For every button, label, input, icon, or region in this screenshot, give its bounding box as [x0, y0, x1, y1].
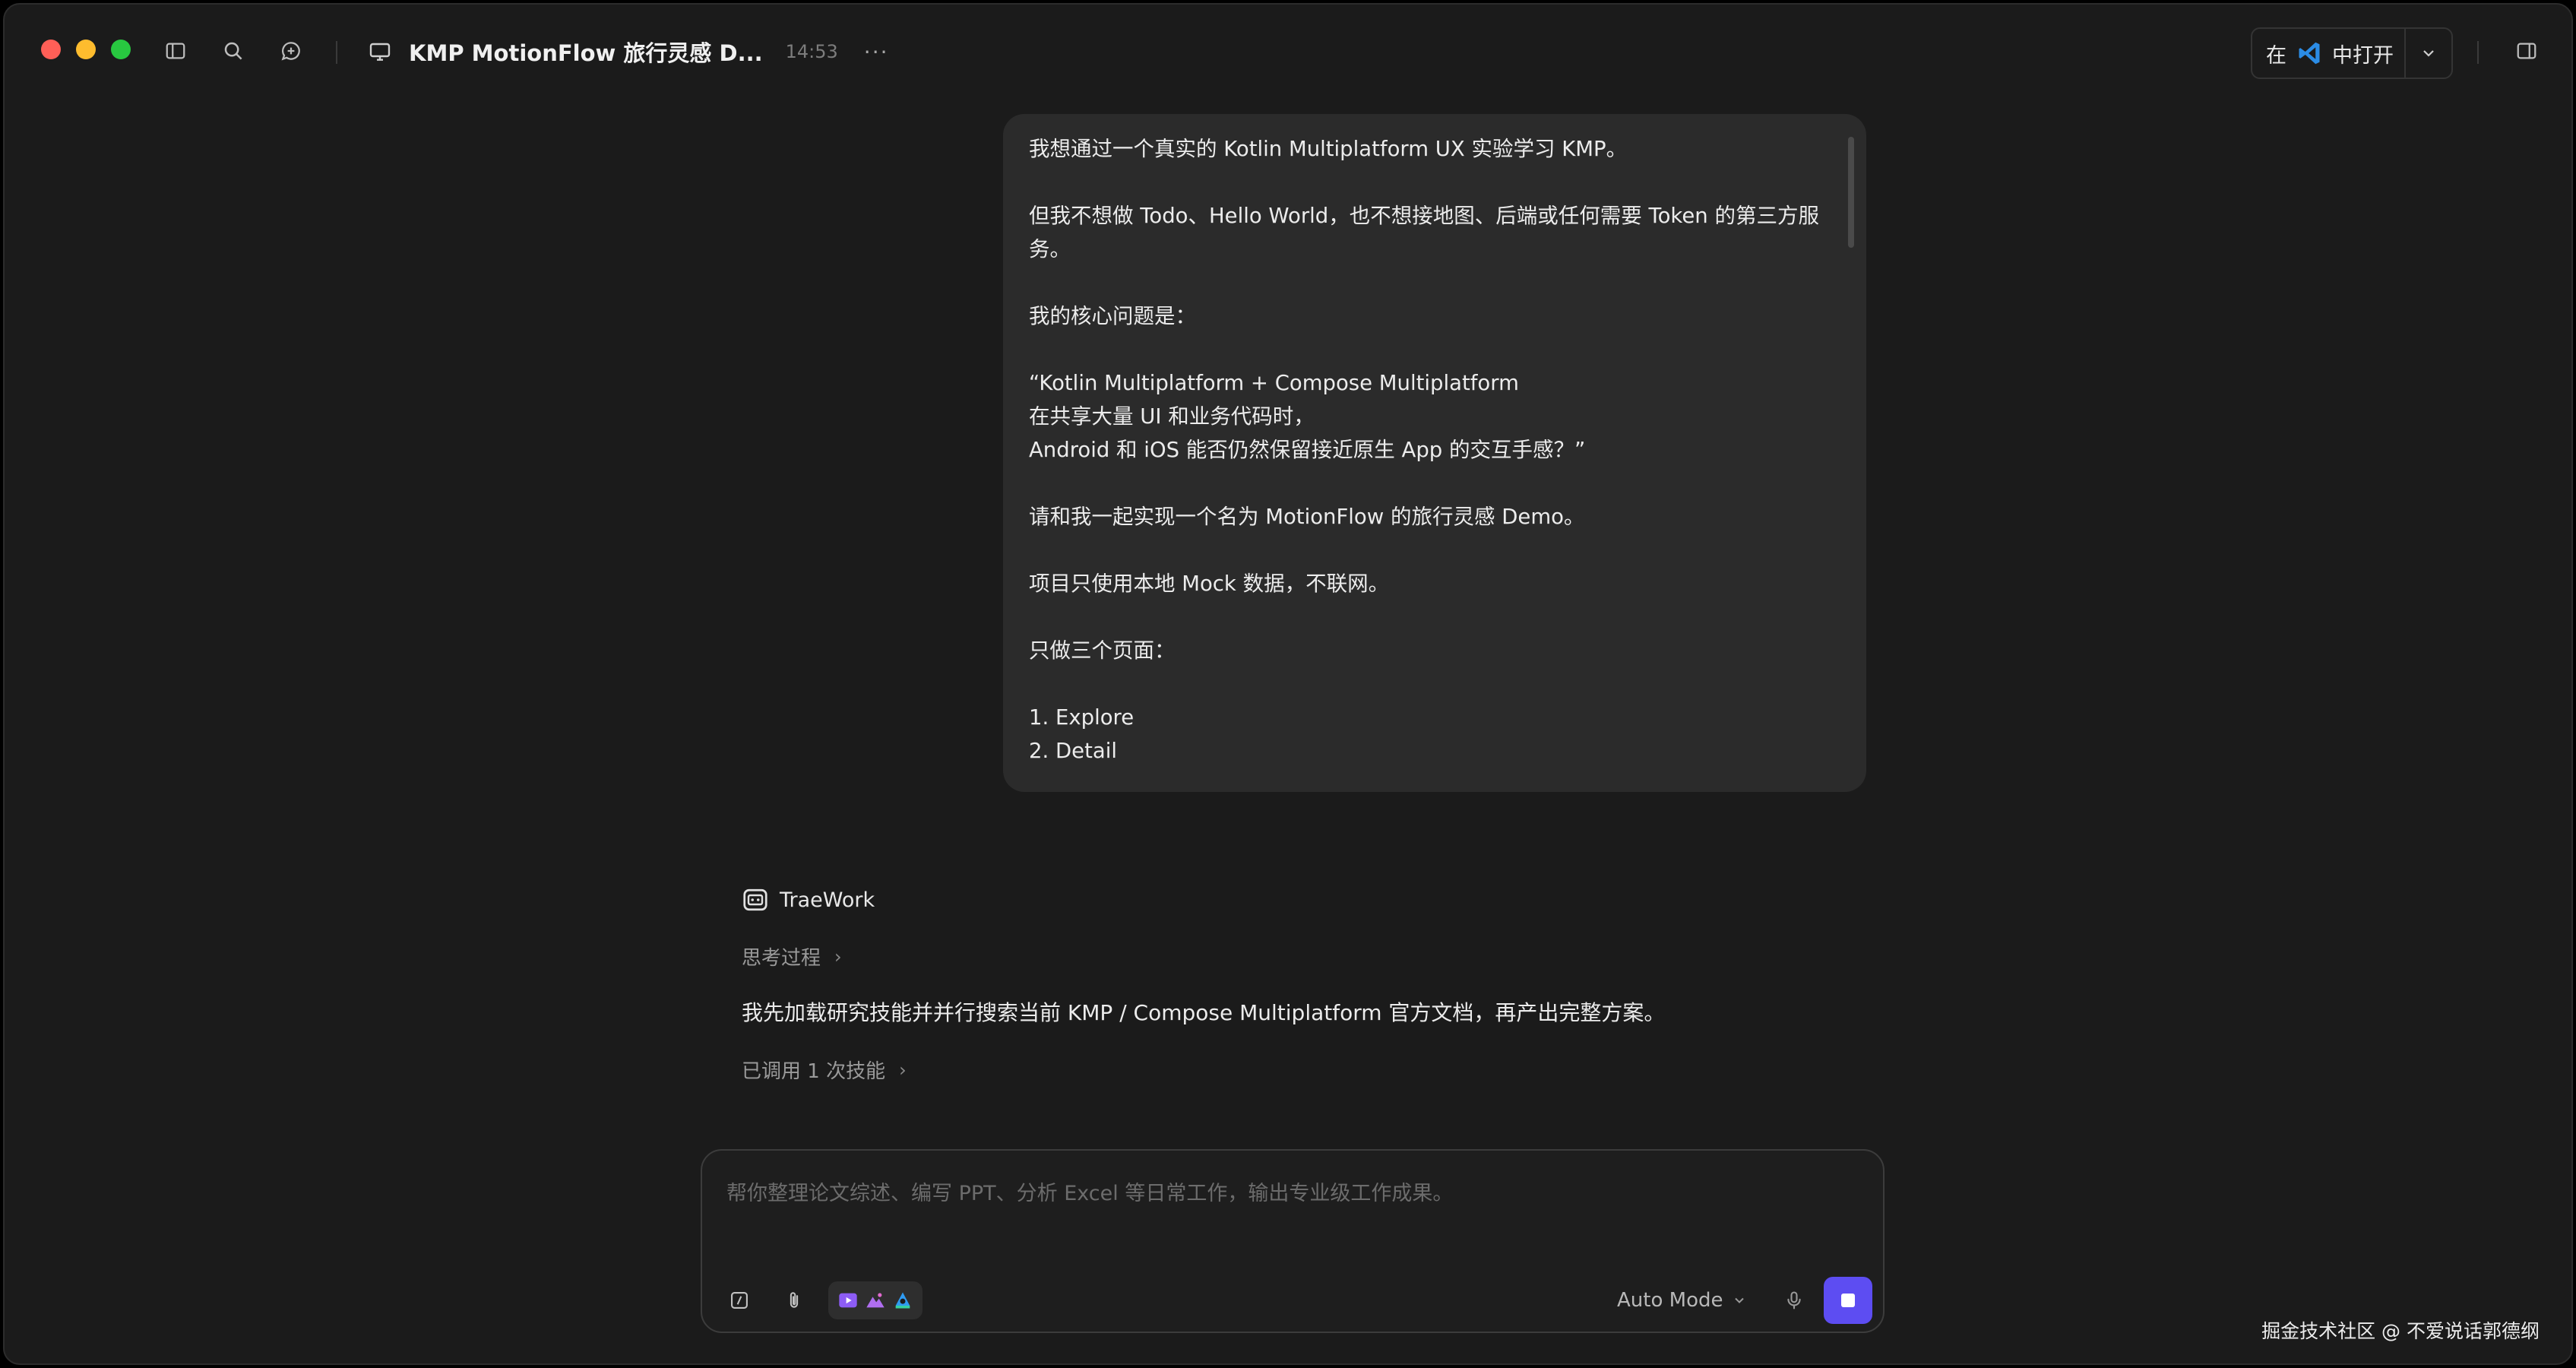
- message-paragraph: 只做三个页面：: [1029, 634, 1827, 667]
- assistant-name: TraeWork: [780, 888, 875, 912]
- composer: 帮你整理论文综述、编写 PPT、分析 Excel 等日常工作，输出专业级工作成果…: [701, 1149, 1885, 1333]
- assistant-header: TraeWork: [742, 883, 1881, 917]
- message-line: 只做三个页面：: [1029, 638, 1176, 663]
- message-line: 我想通过一个真实的 Kotlin Multiplatform UX 实验学习 K…: [1029, 137, 1628, 161]
- message-line: Android 和 iOS 能否仍然保留接近原生 App 的交互手感？”: [1029, 438, 1586, 462]
- watermark: 掘金技术社区 @ 不爱说话郭德纲: [2261, 1320, 2540, 1342]
- message-line: 2. Detail: [1029, 739, 1117, 763]
- message-paragraph: 请和我一起实现一个名为 MotionFlow 的旅行灵感 Demo。: [1029, 500, 1827, 534]
- minimize-window-button[interactable]: [76, 40, 96, 59]
- open-in-editor-button[interactable]: 在 中打开: [2252, 29, 2406, 78]
- more-options-button[interactable]: ···: [864, 40, 889, 65]
- divider: [2477, 41, 2479, 64]
- message-line: 1. Explore: [1029, 705, 1135, 730]
- vscode-icon: [2299, 42, 2320, 65]
- message-paragraph: 我的核心问题是：: [1029, 299, 1827, 333]
- chevron-down-icon: [2423, 50, 2434, 57]
- stop-generation-button[interactable]: [1824, 1277, 1872, 1324]
- open-in-prefix: 在: [2266, 43, 2286, 68]
- message-scrollbar[interactable]: [1848, 137, 1854, 248]
- skills-used-label: 已调用 1 次技能: [742, 1060, 886, 1083]
- slash-command-icon[interactable]: [726, 1287, 752, 1313]
- chevron-right-icon: ›: [899, 1059, 907, 1081]
- chevron-down-icon: [1735, 1297, 1745, 1303]
- user-message-bubble: 我想通过一个真实的 Kotlin Multiplatform UX 实验学习 K…: [1003, 114, 1866, 792]
- traework-logo-icon: [743, 888, 767, 911]
- message-paragraph: 1. Explore 2. Detail: [1029, 701, 1827, 768]
- open-in-editor-control: 在 中打开: [2251, 27, 2453, 79]
- message-line: 请和我一起实现一个名为 MotionFlow 的旅行灵感 Demo。: [1029, 505, 1585, 529]
- chat-title[interactable]: KMP MotionFlow 旅行灵感 D...: [409, 36, 763, 68]
- mode-label: Auto Mode: [1617, 1289, 1723, 1312]
- open-in-dropdown-button[interactable]: [2406, 44, 2451, 62]
- app-window: KMP MotionFlow 旅行灵感 D... 14:53 ··· 在 中打开…: [3, 3, 2573, 1365]
- user-message-text: 我想通过一个真实的 Kotlin Multiplatform UX 实验学习 K…: [1029, 132, 1827, 792]
- sidebar-toggle-icon[interactable]: [163, 38, 188, 64]
- monitor-icon: [369, 43, 391, 61]
- message-line: 项目只使用本地 Mock 数据，不联网。: [1029, 572, 1390, 596]
- message-paragraph: 我想通过一个真实的 Kotlin Multiplatform UX 实验学习 K…: [1029, 132, 1827, 166]
- chat-timestamp: 14:53: [785, 41, 838, 62]
- title-bar: KMP MotionFlow 旅行灵感 D... 14:53 ··· 在 中打开: [5, 5, 2571, 103]
- open-in-label: 中打开: [2332, 43, 2394, 68]
- message-line: “Kotlin Multiplatform + Compose Multipla…: [1029, 371, 1519, 395]
- video-tool-icon: [837, 1289, 859, 1312]
- design-tool-icon: [891, 1289, 914, 1312]
- image-tool-icon: [864, 1289, 887, 1312]
- right-panel-toggle-icon[interactable]: [2514, 38, 2540, 64]
- assistant-message: TraeWork 思考过程 › 我先加载研究技能并并行搜索当前 KMP / Co…: [742, 883, 1881, 1084]
- search-icon[interactable]: [220, 38, 246, 64]
- divider: [336, 41, 337, 64]
- skills-used-toggle[interactable]: 已调用 1 次技能 ›: [742, 1056, 1881, 1084]
- thinking-label: 思考过程: [742, 947, 821, 970]
- thinking-toggle[interactable]: 思考过程 ›: [742, 942, 1881, 971]
- new-chat-icon[interactable]: [278, 38, 304, 64]
- message-line: 在共享大量 UI 和业务代码时，: [1029, 404, 1315, 429]
- assistant-answer-text: 我先加载研究技能并并行搜索当前 KMP / Compose Multiplatf…: [742, 1000, 1666, 1025]
- message-line: 我的核心问题是：: [1029, 304, 1196, 328]
- close-window-button[interactable]: [41, 40, 61, 59]
- maximize-window-button[interactable]: [111, 40, 131, 59]
- chat-header: KMP MotionFlow 旅行灵感 D... 14:53 ···: [368, 35, 889, 68]
- tools-selector[interactable]: [828, 1281, 922, 1319]
- chevron-right-icon: ›: [834, 945, 842, 967]
- message-input[interactable]: 帮你整理论文综述、编写 PPT、分析 Excel 等日常工作，输出专业级工作成果…: [726, 1176, 1453, 1206]
- message-paragraph: 但我不想做 Todo、Hello World，也不想接地图、后端或任何需要 To…: [1029, 199, 1827, 266]
- message-line: 务。: [1029, 237, 1071, 261]
- message-paragraph: “Kotlin Multiplatform + Compose Multipla…: [1029, 366, 1827, 467]
- stop-icon: [1841, 1294, 1855, 1307]
- message-paragraph: 项目只使用本地 Mock 数据，不联网。: [1029, 567, 1827, 600]
- microphone-icon[interactable]: [1781, 1287, 1807, 1313]
- message-line: 但我不想做 Todo、Hello World，也不想接地图、后端或任何需要 To…: [1029, 204, 1819, 228]
- mode-selector[interactable]: Auto Mode: [1617, 1284, 1747, 1316]
- attachment-icon[interactable]: [781, 1287, 807, 1313]
